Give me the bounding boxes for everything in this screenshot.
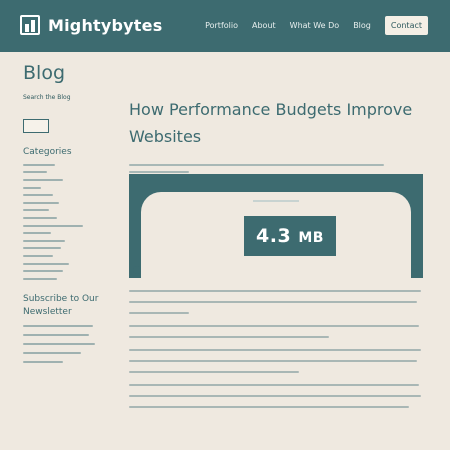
post-title: How Performance Budgets Improve Websites	[129, 100, 413, 146]
category-item[interactable]	[23, 161, 113, 169]
post-body	[129, 290, 423, 419]
category-item[interactable]	[23, 252, 113, 260]
category-item[interactable]	[23, 207, 113, 215]
category-item[interactable]	[23, 260, 113, 268]
page-weight-unit: MB	[298, 230, 324, 246]
nav-what-we-do[interactable]: What We Do	[290, 21, 340, 30]
category-item[interactable]	[23, 191, 113, 199]
nav-portfolio[interactable]: Portfolio	[205, 21, 238, 30]
category-item[interactable]	[23, 275, 113, 283]
paragraph	[129, 349, 423, 373]
corner-dot	[411, 264, 419, 272]
site-header: Mightybytes Portfolio About What We Do B…	[0, 0, 450, 52]
search-label: Search the Blog	[23, 94, 71, 101]
category-item[interactable]	[23, 229, 113, 237]
category-item[interactable]	[23, 222, 113, 230]
logo-icon	[20, 15, 40, 35]
brand-logo[interactable]: Mightybytes	[20, 15, 162, 35]
post-meta	[129, 164, 384, 166]
post-header: How Performance Budgets Improve Websites	[129, 96, 425, 173]
category-item[interactable]	[23, 245, 113, 253]
post-meta	[129, 171, 189, 173]
search-input[interactable]	[23, 119, 49, 133]
categories-list	[23, 161, 113, 283]
newsletter-text	[23, 324, 113, 363]
main-nav: Portfolio About What We Do Blog Contact	[191, 16, 428, 35]
brand-name: Mightybytes	[48, 15, 163, 35]
page-weight-value: 4.3	[256, 225, 292, 247]
contact-button[interactable]: Contact	[384, 16, 428, 35]
page-weight-badge: 4.3 MB	[244, 216, 336, 256]
categories-heading: Categories	[23, 147, 72, 157]
newsletter-heading: Subscribe to Our Newsletter	[23, 293, 99, 317]
device-notch	[253, 200, 299, 202]
hero-image: 4.3 MB	[129, 174, 423, 278]
paragraph	[129, 325, 423, 338]
corner-dot	[133, 266, 141, 274]
nav-about[interactable]: About	[252, 21, 276, 30]
nav-blog[interactable]: Blog	[353, 21, 371, 30]
blog-sidebar: Blog Search the Blog Categories Subscrib…	[23, 62, 113, 370]
device-illustration: 4.3 MB	[141, 192, 411, 278]
category-item[interactable]	[23, 176, 113, 184]
category-item[interactable]	[23, 237, 113, 245]
category-item[interactable]	[23, 169, 113, 177]
paragraph	[129, 384, 423, 408]
paragraph	[129, 290, 423, 314]
sidebar-title: Blog	[23, 62, 65, 84]
category-item[interactable]	[23, 184, 113, 192]
category-item[interactable]	[23, 267, 113, 275]
category-item[interactable]	[23, 214, 113, 222]
category-item[interactable]	[23, 199, 113, 207]
